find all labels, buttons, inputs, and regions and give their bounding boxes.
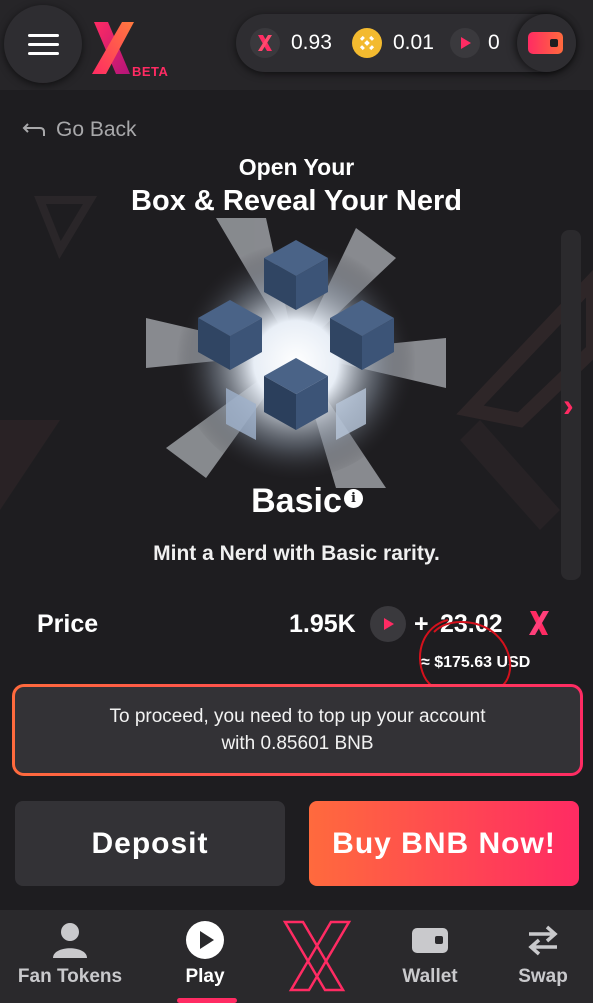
- nerd-token-balance: 0: [488, 31, 500, 54]
- balance-bar: 0.93 0.01 0: [236, 14, 576, 72]
- nav-item-wallet[interactable]: Wallet: [378, 910, 482, 1003]
- price-nerd-amount: 1.95K: [289, 610, 356, 638]
- buy-bnb-button[interactable]: Buy BNB Now!: [309, 801, 579, 886]
- top-up-notice: To proceed, you need to top up your acco…: [12, 684, 583, 776]
- x-token-balance: 0.93: [291, 31, 332, 54]
- menu-line-icon: [28, 34, 59, 37]
- price-x-amount: 23.02: [440, 610, 503, 638]
- notice-line2: with 0.85601 BNB: [221, 733, 374, 754]
- go-back-label: Go Back: [56, 118, 137, 141]
- page-title-line1: Open Your: [238, 154, 355, 180]
- nav-label: Fan Tokens: [17, 966, 123, 987]
- x-token-icon: [250, 28, 280, 58]
- bnb-balance: 0.01: [393, 31, 434, 54]
- user-icon: [50, 920, 90, 960]
- menu-line-icon: [28, 52, 59, 55]
- nerd-token-icon: [450, 28, 480, 58]
- box-description: Mint a Nerd with Basic rarity.: [153, 542, 440, 565]
- nav-label: Play: [185, 966, 225, 987]
- nerd-token-icon: [370, 606, 406, 642]
- price-usd-equivalent: ≈ $175.63 USD: [421, 654, 531, 671]
- info-icon[interactable]: i: [344, 489, 363, 508]
- notice-line1: To proceed, you need to top up your acco…: [109, 706, 486, 727]
- price-plus-sign: +: [414, 610, 429, 638]
- nav-item-swap[interactable]: Swap: [498, 910, 588, 1003]
- open-box-panel: Go Back Open Your Box & Reveal Your Nerd: [0, 90, 593, 910]
- wallet-icon: [528, 32, 563, 54]
- nav-item-play[interactable]: Play: [150, 910, 260, 1003]
- app-header: BETA 0.93 0.01 0: [0, 0, 593, 90]
- x-logo-icon: [282, 920, 352, 992]
- back-arrow-icon: [22, 123, 45, 136]
- go-back-link[interactable]: Go Back: [22, 118, 137, 142]
- beta-badge: BETA: [132, 64, 169, 79]
- nav-label: Swap: [518, 966, 568, 987]
- deposit-button[interactable]: Deposit: [15, 801, 285, 886]
- mystery-box-image[interactable]: [146, 218, 446, 488]
- page-title-line2: Box & Reveal Your Nerd: [131, 185, 462, 217]
- bnb-coin-icon: [352, 28, 382, 58]
- nav-item-x-home[interactable]: [272, 910, 362, 1003]
- price-label: Price: [37, 610, 99, 638]
- bottom-nav: Fan Tokens Play Wallet Swap: [0, 910, 593, 1003]
- wallet-button[interactable]: [517, 14, 576, 72]
- play-icon: [185, 920, 225, 960]
- next-arrow-icon[interactable]: ›: [563, 387, 574, 424]
- menu-line-icon: [28, 43, 59, 46]
- x-token-icon: [529, 611, 549, 635]
- box-rarity-title: Basic: [251, 482, 342, 520]
- swap-icon: [523, 920, 563, 960]
- wallet-icon: [410, 920, 450, 960]
- hamburger-menu-button[interactable]: [4, 5, 82, 83]
- nav-label: Wallet: [402, 966, 458, 987]
- nav-item-fan-tokens[interactable]: Fan Tokens: [8, 910, 132, 1003]
- active-tab-indicator: [177, 998, 237, 1003]
